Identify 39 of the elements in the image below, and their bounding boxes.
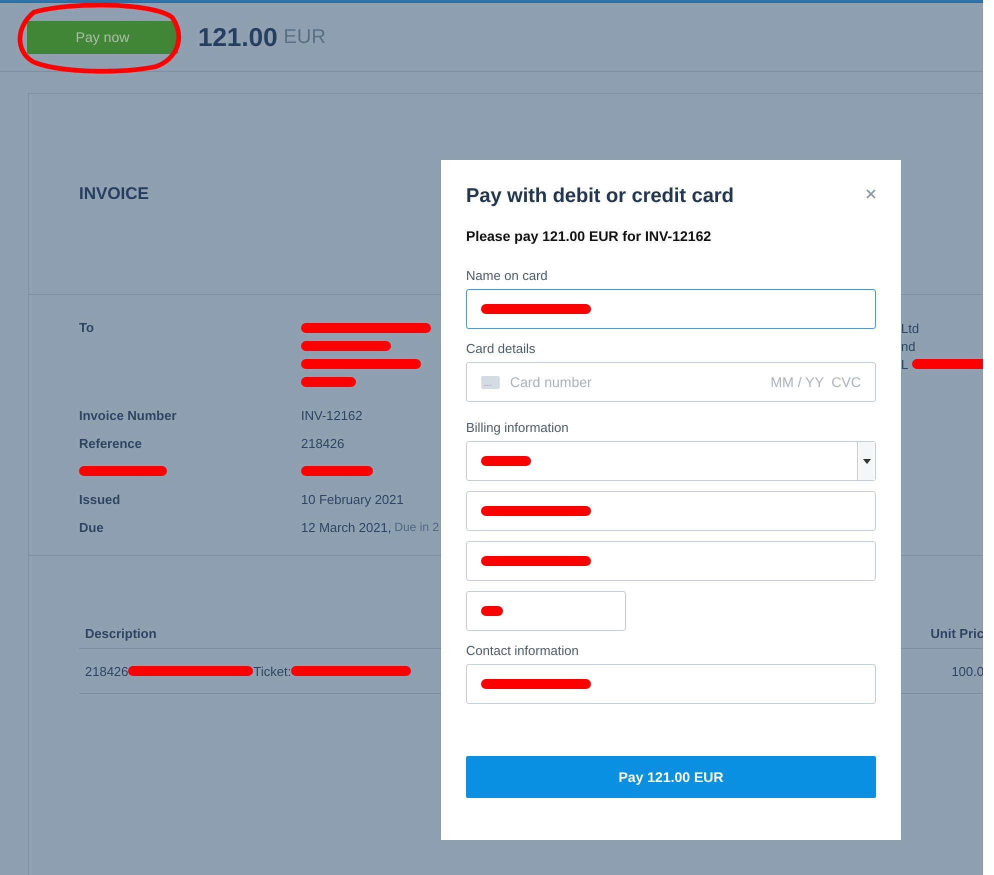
input-field[interactable] bbox=[466, 591, 626, 631]
invoice-title: INVOICE bbox=[79, 184, 149, 204]
detail-value: 12 March 2021, bbox=[301, 520, 392, 534]
dialog-subtitle: Please pay 121.00 EUR for INV-12162 bbox=[466, 228, 712, 244]
detail-label: Issued bbox=[79, 492, 120, 506]
column-header: Description bbox=[85, 626, 157, 640]
field-label: Name on card bbox=[466, 268, 549, 283]
field-label: Contact information bbox=[466, 643, 580, 658]
due-note: Due in 2 bbox=[394, 520, 440, 534]
dialog-title: Pay with debit or credit card bbox=[466, 185, 734, 208]
expiry-cvc-placeholder: MM / YY CVC bbox=[770, 374, 861, 390]
table-cell: Ticket: bbox=[253, 664, 292, 678]
detail-value: 218426 bbox=[301, 436, 344, 450]
sender-line: Ltd bbox=[901, 320, 920, 336]
pay-button[interactable]: Pay 121.00 EUR bbox=[466, 756, 876, 798]
field-label: Card details bbox=[466, 341, 536, 356]
card-number-placeholder: Card number bbox=[510, 374, 592, 390]
table-cell: 218426 bbox=[85, 664, 128, 678]
card-field[interactable]: Card number MM / YY CVC bbox=[466, 362, 876, 402]
detail-label: Due bbox=[79, 520, 104, 534]
sender-line: L bbox=[901, 356, 908, 372]
dropdown-button[interactable] bbox=[857, 442, 875, 480]
credit-card-icon bbox=[481, 376, 500, 388]
input-field[interactable] bbox=[466, 289, 876, 329]
detail-label: Reference bbox=[79, 436, 142, 450]
input-field[interactable] bbox=[466, 664, 876, 704]
input-field[interactable] bbox=[466, 541, 876, 581]
field-label: Billing information bbox=[466, 420, 570, 435]
detail-value: 10 February 2021 bbox=[301, 492, 404, 506]
detail-value: INV-12162 bbox=[301, 408, 362, 422]
caret-icon bbox=[862, 458, 870, 464]
amount: 121.00 bbox=[198, 22, 278, 52]
close-icon[interactable] bbox=[866, 189, 876, 199]
detail-label: To bbox=[79, 319, 95, 337]
sender-line: nd bbox=[901, 338, 916, 354]
billing-select[interactable] bbox=[466, 441, 876, 481]
pay-now-button[interactable]: Pay now bbox=[27, 20, 178, 54]
detail-label: Invoice Number bbox=[79, 408, 177, 422]
input-field[interactable] bbox=[466, 491, 876, 531]
